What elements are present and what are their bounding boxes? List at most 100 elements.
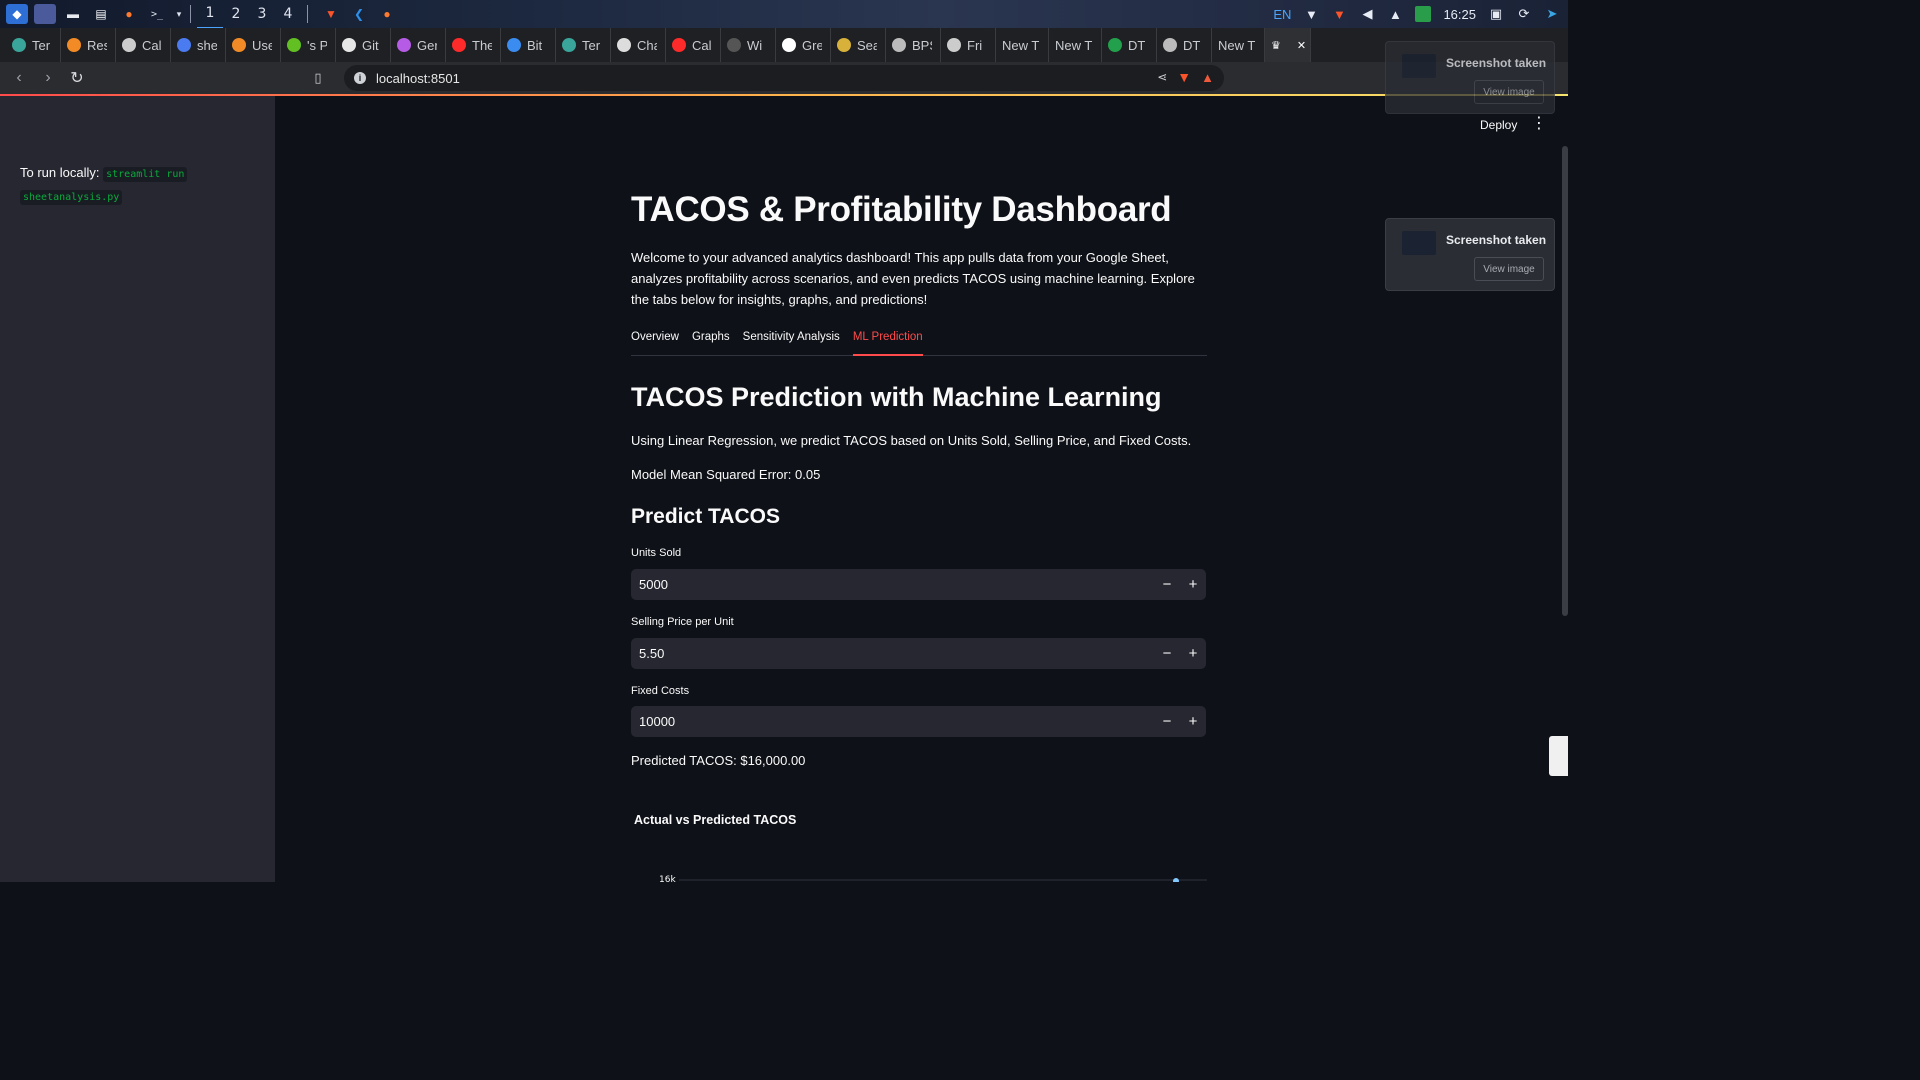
workspace-4[interactable]: 4 <box>275 0 301 28</box>
vscode-icon[interactable]: ❮ <box>348 4 370 24</box>
selling-price-value[interactable]: 5.50 <box>631 646 1154 661</box>
wifi-icon[interactable]: ▼ <box>1303 6 1319 22</box>
power-icon[interactable]: ⟳ <box>1516 6 1532 22</box>
reload-icon[interactable]: ↻ <box>65 66 89 90</box>
tab-title: Ger <box>417 37 437 53</box>
browser-tab[interactable]: Sea <box>831 28 886 62</box>
tab-favicon-icon <box>672 38 686 52</box>
browser-tab[interactable]: New T <box>1212 28 1265 62</box>
units-sold-value[interactable]: 5000 <box>631 577 1154 592</box>
address-bar[interactable]: i localhost:8501 ⋖ ▼ ▲ <box>344 65 1224 91</box>
tab-ml-prediction[interactable]: ML Prediction <box>852 328 923 356</box>
share-icon[interactable]: ⋖ <box>1157 70 1167 84</box>
model-description: Using Linear Regression, we predict TACO… <box>631 433 1192 448</box>
browser-tab[interactable]: Cha <box>611 28 666 62</box>
tab-title: Gre <box>802 37 822 53</box>
language-indicator[interactable]: EN <box>1273 7 1291 22</box>
view-image-button[interactable]: View image <box>1474 80 1544 104</box>
screenshot-notification[interactable]: Screenshot taken View image <box>1385 41 1555 114</box>
browser-tab[interactable]: Res <box>61 28 116 62</box>
workspace-1[interactable]: 1 <box>197 0 223 29</box>
browser-tab[interactable]: Ger <box>391 28 446 62</box>
selling-price-increment-button[interactable]: + <box>1180 638 1206 669</box>
view-image-button[interactable]: View image <box>1474 257 1544 281</box>
workspace-2[interactable]: 2 <box>223 0 249 28</box>
units-sold-decrement-button[interactable]: − <box>1154 569 1180 600</box>
browser-tab[interactable]: The <box>446 28 501 62</box>
tab-title: DT <box>1128 37 1146 53</box>
side-panel-handle[interactable] <box>1549 736 1568 776</box>
welcome-text: Welcome to your advanced analytics dashb… <box>631 250 1195 307</box>
browser-tab[interactable]: Fri <box>941 28 996 62</box>
data-point[interactable] <box>1173 878 1179 882</box>
clock[interactable]: 16:25 <box>1443 7 1476 22</box>
browser-tab[interactable]: Ter <box>6 28 61 62</box>
taskbar-separator <box>307 5 308 23</box>
brave-rewards-icon[interactable]: ▲ <box>1201 70 1214 85</box>
browser-tab[interactable]: Gre <box>776 28 831 62</box>
browser-tab[interactable]: Cal <box>666 28 721 62</box>
volume-icon[interactable]: ◀ <box>1359 6 1375 22</box>
app-tray-icon[interactable] <box>1415 6 1432 22</box>
fixed-costs-decrement-button[interactable]: − <box>1154 706 1180 737</box>
terminal-icon[interactable]: >_ <box>146 4 168 24</box>
page-scrollbar[interactable] <box>1562 146 1568 616</box>
browser-tab[interactable]: Git <box>336 28 391 62</box>
document-viewer-icon[interactable]: ▤ <box>90 4 112 24</box>
back-icon[interactable]: ‹ <box>7 66 31 90</box>
tab-title: Cal <box>142 37 162 53</box>
fixed-costs-input[interactable]: 10000 − + <box>631 706 1206 737</box>
browser-tab[interactable]: DT <box>1157 28 1212 62</box>
tab-title: she <box>197 37 217 53</box>
telegram-icon[interactable]: ➤ <box>1544 6 1560 22</box>
browser-tab[interactable]: Use <box>226 28 281 62</box>
active-browser-tab[interactable]: ♛ ✕ <box>1265 28 1311 62</box>
browser-tab[interactable]: New T <box>1049 28 1102 62</box>
deploy-button[interactable]: Deploy <box>1480 118 1517 132</box>
brave-shields-icon[interactable]: ▼ <box>1177 69 1191 85</box>
tab-favicon-icon <box>12 38 26 52</box>
tab-sensitivity-analysis[interactable]: Sensitivity Analysis <box>743 328 840 356</box>
launcher-icon[interactable]: ◆ <box>6 4 28 24</box>
tab-title: Fri <box>967 37 983 53</box>
bookmark-icon[interactable]: ▯ <box>306 66 330 90</box>
fixed-costs-value[interactable]: 10000 <box>631 714 1154 729</box>
browser-tab[interactable]: Cal <box>116 28 171 62</box>
selling-price-input[interactable]: 5.50 − + <box>631 638 1206 669</box>
firefox-icon[interactable]: ● <box>118 4 140 24</box>
more-options-icon[interactable]: ⋮ <box>1531 114 1547 134</box>
selling-price-decrement-button[interactable]: − <box>1154 638 1180 669</box>
workspace-3[interactable]: 3 <box>249 0 275 28</box>
fixed-costs-increment-button[interactable]: + <box>1180 706 1206 737</box>
file-manager-icon[interactable]: ▬ <box>62 4 84 24</box>
browser-tab[interactable]: she <box>171 28 226 62</box>
browser-tab[interactable]: 's P <box>281 28 336 62</box>
browser-tab[interactable]: New T <box>996 28 1049 62</box>
firefox-icon[interactable]: ● <box>376 4 398 24</box>
url-text[interactable]: localhost:8501 <box>376 71 460 86</box>
site-info-icon[interactable]: i <box>354 72 366 84</box>
lock-icon[interactable]: ▣ <box>1488 6 1504 22</box>
chevron-down-icon[interactable]: ▾ <box>174 4 184 24</box>
section-title: TACOS Prediction with Machine Learning <box>631 382 1162 412</box>
actual-vs-predicted-chart[interactable]: 16k <box>631 856 1207 882</box>
browser-tab[interactable]: Wi <box>721 28 776 62</box>
tab-title: Git <box>362 37 379 53</box>
brave-tray-icon[interactable]: ▼ <box>1331 6 1347 22</box>
predict-heading: Predict TACOS <box>631 505 780 528</box>
units-sold-increment-button[interactable]: + <box>1180 569 1206 600</box>
tab-overview[interactable]: Overview <box>631 328 679 356</box>
screenshot-notification[interactable]: Screenshot taken View image <box>1385 218 1555 291</box>
browser-tab[interactable]: DT <box>1102 28 1157 62</box>
browser-tab[interactable]: Ter <box>556 28 611 62</box>
notification-bell-icon[interactable]: ▲ <box>1387 6 1403 22</box>
browser-tab[interactable]: Bit <box>501 28 556 62</box>
close-icon[interactable]: ✕ <box>1297 39 1306 52</box>
units-sold-input[interactable]: 5000 − + <box>631 569 1206 600</box>
brave-icon[interactable]: ▼ <box>320 4 342 24</box>
screenshot-thumbnail <box>1402 231 1436 255</box>
desktop-icon[interactable] <box>34 4 56 24</box>
browser-tab[interactable]: BPS <box>886 28 941 62</box>
tab-graphs[interactable]: Graphs <box>692 328 730 356</box>
forward-icon[interactable]: › <box>36 66 60 90</box>
